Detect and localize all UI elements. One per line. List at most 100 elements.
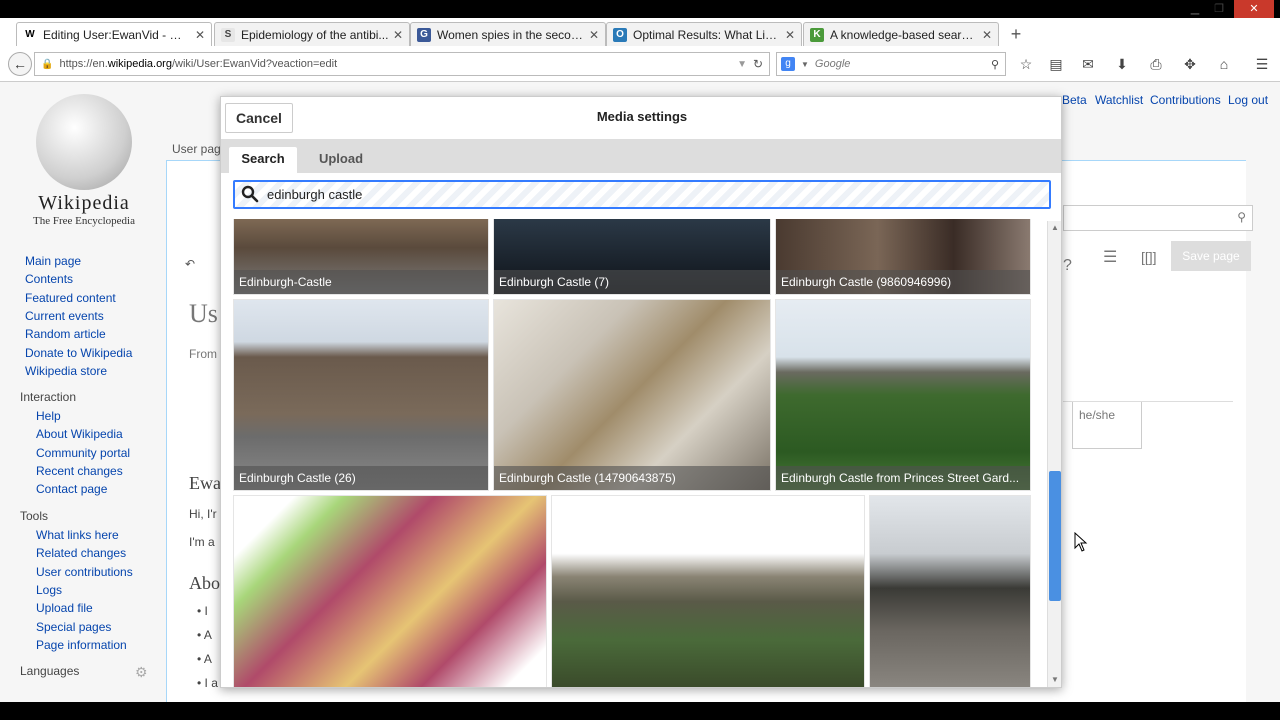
- dialog-title: Media settings: [596, 109, 688, 124]
- personal-link[interactable]: Contributions: [1150, 93, 1221, 107]
- personal-link[interactable]: Beta: [1062, 93, 1087, 107]
- sidebar-link[interactable]: Community portal: [36, 446, 130, 460]
- media-result-tile[interactable]: [551, 495, 865, 687]
- mail-icon[interactable]: ✉: [1078, 54, 1098, 74]
- cancel-button[interactable]: Cancel: [225, 103, 293, 133]
- about-list-bullet: • A: [197, 628, 212, 642]
- reading-list-icon[interactable]: ▤: [1046, 54, 1066, 74]
- back-button[interactable]: ←: [8, 52, 32, 76]
- sidebar-link[interactable]: Current events: [25, 309, 104, 323]
- browser-tab[interactable]: W Editing User:EwanVid - Wik... ✕: [16, 22, 212, 46]
- media-thumbnail: [494, 300, 770, 490]
- search-engine-dropdown-icon[interactable]: ▼: [801, 60, 809, 69]
- extension-icon[interactable]: ✥: [1180, 54, 1200, 74]
- sidebar-link[interactable]: Help: [36, 409, 61, 423]
- site-favicon-icon: O: [613, 27, 627, 42]
- close-tab-icon[interactable]: ✕: [785, 28, 795, 42]
- puzzle-globe-icon: [36, 94, 132, 190]
- media-result-tile[interactable]: Edinburgh Castle from Princes Street Gar…: [775, 299, 1031, 491]
- sidebar-link[interactable]: Page information: [36, 638, 127, 652]
- about-list-bullet: • I a: [197, 676, 218, 690]
- media-caption: Edinburgh Castle (26): [234, 466, 488, 490]
- search-bar[interactable]: g ▼ Google ⚲: [776, 52, 1006, 76]
- close-tab-icon[interactable]: ✕: [982, 28, 992, 42]
- media-search-input[interactable]: edinburgh castle: [233, 180, 1051, 209]
- browser-tab[interactable]: G Women spies in the secon... ✕: [410, 22, 606, 46]
- save-page-button[interactable]: Save page: [1171, 241, 1251, 271]
- new-tab-button[interactable]: +: [1004, 22, 1028, 46]
- media-caption: Edinburgh-Castle: [234, 270, 488, 294]
- tab-upload[interactable]: Upload: [307, 147, 375, 173]
- sidebar-link[interactable]: Featured content: [25, 291, 116, 305]
- close-tab-icon[interactable]: ✕: [195, 28, 205, 42]
- personal-link[interactable]: Log out: [1228, 93, 1268, 107]
- about-list-bullet: • A: [197, 652, 212, 666]
- wikipedia-logo[interactable]: Wikipedia The Free Encyclopedia: [22, 94, 146, 227]
- sidebar-link[interactable]: Contents: [25, 272, 73, 286]
- results-scrollbar[interactable]: ▲ ▼: [1047, 221, 1061, 687]
- sidebar-link[interactable]: Related changes: [36, 546, 126, 560]
- scroll-down-icon[interactable]: ▼: [1050, 675, 1060, 685]
- browser-tab[interactable]: O Optimal Results: What Libr... ✕: [606, 22, 802, 46]
- user-page-tab[interactable]: User pag: [172, 142, 221, 156]
- sidebar-link[interactable]: Donate to Wikipedia: [25, 346, 132, 360]
- reload-icon[interactable]: ↻: [753, 57, 763, 71]
- address-bar[interactable]: 🔒 https://en.wikipedia.org/wiki/User:Ewa…: [34, 52, 770, 76]
- scroll-up-icon[interactable]: ▲: [1050, 223, 1060, 233]
- sidebar-link[interactable]: Random article: [25, 327, 106, 341]
- media-result-tile[interactable]: Edinburgh Castle (14790643875): [493, 299, 771, 491]
- download-icon[interactable]: ⬇: [1112, 54, 1132, 74]
- dropdown-arrow-icon[interactable]: ▼: [737, 59, 747, 70]
- media-result-tile[interactable]: Edinburgh-Castle: [233, 219, 489, 295]
- sidebar-link[interactable]: Recent changes: [36, 464, 123, 478]
- intro-text: Hi, I'r: [189, 507, 217, 521]
- toolbar-undo-icon[interactable]: ↶: [185, 257, 195, 271]
- media-result-tile[interactable]: Edinburgh Castle (26): [233, 299, 489, 491]
- print-icon[interactable]: ⎙: [1146, 54, 1166, 74]
- home-icon[interactable]: ⌂: [1214, 54, 1234, 74]
- sidebar-link[interactable]: Special pages: [36, 620, 111, 634]
- maximize-button[interactable]: ❐: [1208, 0, 1230, 18]
- minimize-button[interactable]: ▁: [1184, 0, 1206, 18]
- lock-icon: 🔒: [41, 58, 54, 70]
- screen: W Editing User:EwanVid - Wik... ✕ S Epidemio…: [0, 0, 1280, 720]
- scrollbar-thumb[interactable]: [1049, 471, 1061, 601]
- site-favicon-icon: W: [23, 27, 37, 42]
- page-options-icon[interactable]: ☰: [1103, 247, 1117, 267]
- sidebar-link[interactable]: Wikipedia store: [25, 364, 107, 378]
- close-tab-icon[interactable]: ✕: [393, 28, 403, 42]
- sidebar-link[interactable]: About Wikipedia: [36, 427, 123, 441]
- browser-tab[interactable]: S Epidemiology of the antibi... ✕: [214, 22, 410, 46]
- media-result-tile[interactable]: [233, 495, 547, 687]
- media-thumbnail: [234, 496, 546, 687]
- interaction-heading: Interaction: [20, 390, 77, 404]
- sidebar-link[interactable]: Logs: [36, 583, 62, 597]
- menu-icon[interactable]: ☰: [1252, 54, 1272, 74]
- gear-icon[interactable]: ⚙: [135, 664, 148, 681]
- help-icon[interactable]: ?: [1063, 257, 1072, 275]
- bookmark-star-icon[interactable]: ☆: [1016, 54, 1036, 74]
- wiki-search-icon[interactable]: ⚲: [1237, 210, 1246, 224]
- personal-link[interactable]: Watchlist: [1095, 93, 1143, 107]
- sidebar-link[interactable]: Contact page: [36, 482, 107, 496]
- close-window-button[interactable]: ✕: [1234, 0, 1274, 18]
- google-search-engine-icon[interactable]: g: [781, 57, 795, 71]
- media-search: edinburgh castle: [221, 173, 1061, 217]
- cite-icon[interactable]: [[]]: [1141, 249, 1157, 265]
- search-magnifier-icon[interactable]: ⚲: [991, 58, 999, 71]
- site-favicon-icon: K: [810, 27, 824, 42]
- media-result-tile[interactable]: Edinburgh Castle (7): [493, 219, 771, 295]
- wiki-search-input[interactable]: ⚲: [1063, 205, 1253, 231]
- tab-search[interactable]: Search: [229, 147, 297, 173]
- sidebar-link[interactable]: User contributions: [36, 565, 133, 579]
- search-bar-placeholder: Google: [814, 58, 851, 70]
- status-bar: [0, 702, 1280, 720]
- sidebar-link[interactable]: Main page: [25, 254, 81, 268]
- media-thumbnail: [552, 496, 864, 687]
- media-result-tile[interactable]: Edinburgh Castle (9860946996): [775, 219, 1031, 295]
- sidebar-link[interactable]: What links here: [36, 528, 119, 542]
- media-result-tile[interactable]: [869, 495, 1031, 687]
- browser-tab[interactable]: K A knowledge-based search... ✕: [803, 22, 999, 46]
- close-tab-icon[interactable]: ✕: [589, 28, 599, 42]
- sidebar-link[interactable]: Upload file: [36, 601, 93, 615]
